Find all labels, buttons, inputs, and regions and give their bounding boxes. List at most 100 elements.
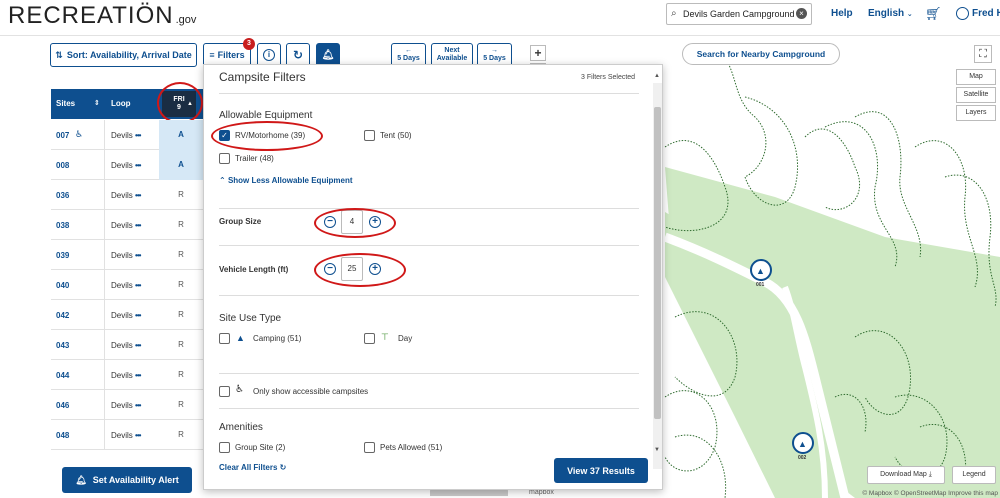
- set-availability-alert-button[interactable]: 🔔︎ Set Availability Alert: [62, 467, 192, 493]
- site-number[interactable]: 007: [56, 131, 69, 140]
- column-divider: [104, 390, 105, 420]
- map-attribution[interactable]: © Mapbox © OpenStreetMap Improve this ma…: [862, 490, 998, 497]
- logo-text-o: Ö: [135, 2, 156, 29]
- day-use-checkbox[interactable]: [364, 333, 375, 344]
- cart-icon[interactable]: 🛒︎: [925, 6, 942, 22]
- loop-label: Devils: [111, 431, 133, 440]
- site-number[interactable]: 046: [56, 401, 69, 410]
- tent-checkbox[interactable]: [364, 130, 375, 141]
- table-row: 040 Devils ••• R: [51, 270, 203, 300]
- sort-icon: ⇅: [55, 49, 63, 60]
- loop-name: Devils •••: [111, 221, 142, 230]
- availability-cell: R: [178, 280, 184, 289]
- column-divider: [104, 150, 105, 180]
- highlight-ring-rv: [211, 121, 323, 151]
- picnic-table-icon: ⊤: [381, 332, 389, 342]
- site-number[interactable]: 043: [56, 341, 69, 350]
- more-icon[interactable]: •••: [135, 161, 141, 170]
- more-icon[interactable]: •••: [135, 311, 141, 320]
- fullscreen-icon[interactable]: ⛶: [974, 45, 992, 63]
- site-number[interactable]: 048: [56, 431, 69, 440]
- chevron-up-icon: ⌃: [219, 176, 226, 185]
- more-icon[interactable]: •••: [135, 371, 141, 380]
- loop-name: Devils •••: [111, 341, 142, 350]
- highlight-ring-date: [157, 82, 203, 124]
- scrollbar-thumb[interactable]: [654, 107, 661, 419]
- language-select[interactable]: English ⌄: [868, 8, 913, 19]
- site-number[interactable]: 008: [56, 161, 69, 170]
- availability-cell[interactable]: A: [159, 150, 203, 180]
- loop-name: Devils •••: [111, 281, 142, 290]
- sort-label: Sort: Availability, Arrival Date: [66, 50, 192, 60]
- show-less-equipment-link[interactable]: ⌃ Show Less Allowable Equipment: [219, 176, 353, 185]
- divider: [219, 245, 639, 246]
- trailer-checkbox[interactable]: [219, 153, 230, 164]
- column-divider: [104, 120, 105, 150]
- more-icon[interactable]: •••: [135, 281, 141, 290]
- more-icon[interactable]: •••: [135, 221, 141, 230]
- loop-label: Devils: [111, 341, 133, 350]
- more-icon[interactable]: •••: [135, 401, 141, 410]
- sort-button[interactable]: ⇅ Sort: Availability, Arrival Date: [50, 43, 197, 67]
- highlight-ring-vehicle-length: [314, 253, 406, 287]
- tent-icon: ▲: [756, 266, 765, 276]
- site-number[interactable]: 039: [56, 251, 69, 260]
- download-map-button[interactable]: Download Map ⤓: [867, 466, 945, 484]
- scroll-up-icon[interactable]: ▲: [654, 73, 660, 79]
- camping-checkbox[interactable]: [219, 333, 230, 344]
- col-loop-header[interactable]: Loop: [111, 89, 131, 119]
- info-icon: i: [263, 49, 275, 61]
- map-view-button[interactable]: Map: [956, 69, 996, 85]
- more-icon[interactable]: •••: [135, 341, 141, 350]
- loop-name: Devils •••: [111, 401, 142, 410]
- legend-button[interactable]: Legend: [952, 466, 996, 484]
- site-number[interactable]: 038: [56, 221, 69, 230]
- site-number[interactable]: 040: [56, 281, 69, 290]
- sort-sites-icon[interactable]: ⇕: [94, 89, 100, 119]
- table-row: 042 Devils ••• R: [51, 300, 203, 330]
- col-sites-header[interactable]: Sites: [56, 89, 75, 119]
- table-row: 039 Devils ••• R: [51, 240, 203, 270]
- site-number[interactable]: 042: [56, 311, 69, 320]
- loop-label: Devils: [111, 311, 133, 320]
- user-menu[interactable]: Fred H: [956, 7, 1000, 20]
- arrow-left-icon: ←: [405, 47, 412, 54]
- view-results-button[interactable]: View 37 Results: [554, 458, 648, 483]
- more-icon[interactable]: •••: [135, 431, 141, 440]
- search-value: Devils Garden Campground: [683, 9, 795, 19]
- amenities-title: Amenities: [219, 422, 263, 433]
- help-link[interactable]: Help: [831, 8, 853, 19]
- alert-button-label: Set Availability Alert: [92, 475, 179, 485]
- more-icon[interactable]: •••: [135, 191, 141, 200]
- clear-search-icon[interactable]: ×: [796, 8, 807, 19]
- logo-text-n: N: [155, 2, 174, 29]
- camping-label: Camping (51): [253, 334, 302, 343]
- layers-button[interactable]: Layers: [956, 105, 996, 121]
- bell-icon: 🔔︎: [321, 49, 335, 61]
- user-avatar-icon: [956, 7, 969, 20]
- search-nearby-campground-button[interactable]: Search for Nearby Campground: [682, 43, 840, 65]
- clear-all-label: Clear All Filters: [219, 463, 278, 472]
- accessible-checkbox[interactable]: [219, 386, 230, 397]
- recreation-logo[interactable]: RECREATIÖN .gov: [8, 2, 196, 30]
- column-divider: [104, 420, 105, 450]
- loop-label: Devils: [111, 401, 133, 410]
- more-icon[interactable]: •••: [135, 251, 141, 260]
- more-icon[interactable]: •••: [135, 131, 141, 140]
- site-number[interactable]: 044: [56, 371, 69, 380]
- site-number[interactable]: 036: [56, 191, 69, 200]
- zoom-in-button[interactable]: +: [530, 45, 546, 61]
- availability-cell[interactable]: A: [159, 120, 203, 150]
- prev-days-label: 5 Days: [397, 55, 420, 62]
- campground-search-input[interactable]: ⌕ Devils Garden Campground ×: [666, 3, 812, 25]
- filters-scrollbar[interactable]: [653, 83, 662, 469]
- satellite-view-button[interactable]: Satellite: [956, 87, 996, 103]
- accessible-label: Only show accessible campsites: [253, 387, 369, 396]
- page: RECREATIÖN .gov ⌕ Devils Garden Campgroun…: [0, 0, 1000, 498]
- pets-allowed-checkbox[interactable]: [364, 442, 375, 453]
- clear-all-filters-link[interactable]: Clear All Filters ↻: [219, 463, 286, 472]
- scroll-down-icon[interactable]: ▼: [654, 447, 660, 453]
- loop-label: Devils: [111, 371, 133, 380]
- chevron-down-icon: ⌄: [906, 11, 913, 18]
- group-site-checkbox[interactable]: [219, 442, 230, 453]
